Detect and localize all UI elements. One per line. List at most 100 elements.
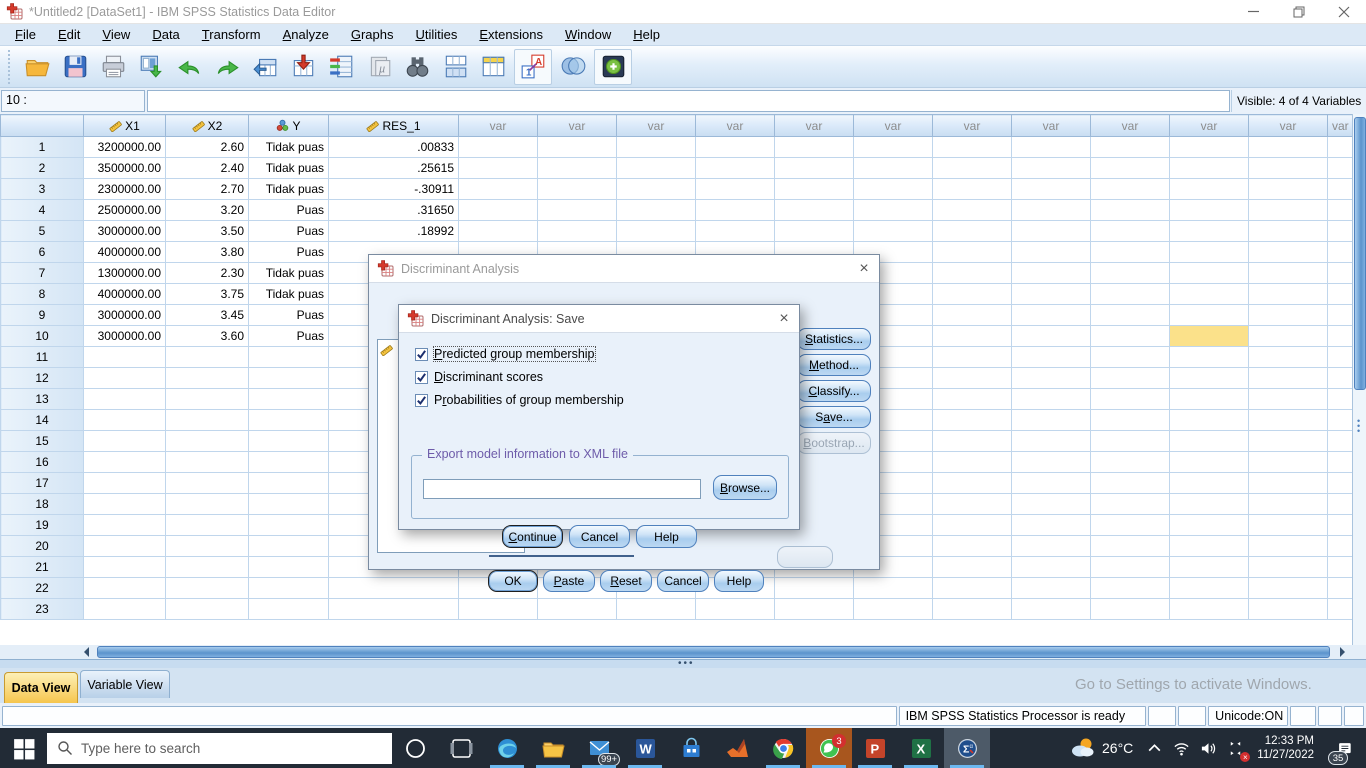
data-cell[interactable] bbox=[248, 514, 329, 536]
empty-cell[interactable] bbox=[1327, 157, 1352, 179]
data-cell[interactable]: .18992 bbox=[328, 220, 459, 242]
row-header[interactable]: 15 bbox=[0, 430, 84, 452]
find-icon[interactable] bbox=[398, 49, 436, 85]
column-header-var[interactable]: var bbox=[1011, 114, 1091, 137]
empty-cell[interactable] bbox=[774, 157, 854, 179]
empty-cell[interactable] bbox=[1327, 346, 1352, 368]
empty-cell[interactable] bbox=[1011, 577, 1091, 599]
empty-cell[interactable] bbox=[1090, 136, 1170, 158]
data-cell[interactable] bbox=[248, 409, 329, 431]
empty-cell[interactable] bbox=[1090, 514, 1170, 536]
empty-cell[interactable] bbox=[1090, 598, 1170, 620]
empty-cell[interactable] bbox=[1090, 325, 1170, 347]
tab-data-view[interactable]: Data View bbox=[4, 672, 78, 703]
empty-cell[interactable] bbox=[695, 220, 775, 242]
data-cell[interactable]: 4000000.00 bbox=[83, 283, 166, 305]
empty-cell[interactable] bbox=[1011, 136, 1091, 158]
undo-icon[interactable] bbox=[170, 49, 208, 85]
row-header[interactable]: 8 bbox=[0, 283, 84, 305]
row-header[interactable]: 6 bbox=[0, 241, 84, 263]
empty-cell[interactable] bbox=[1090, 577, 1170, 599]
empty-cell[interactable] bbox=[1011, 283, 1091, 305]
empty-cell[interactable] bbox=[1090, 493, 1170, 515]
empty-cell[interactable] bbox=[616, 178, 696, 200]
empty-cell[interactable] bbox=[1327, 367, 1352, 389]
empty-cell[interactable] bbox=[458, 178, 538, 200]
classify-button[interactable]: Classify... bbox=[797, 380, 871, 402]
tray-expand-chevron[interactable] bbox=[1141, 728, 1168, 768]
data-cell[interactable]: 3.60 bbox=[165, 325, 249, 347]
data-cell[interactable] bbox=[165, 346, 249, 368]
empty-cell[interactable] bbox=[1248, 157, 1328, 179]
empty-cell[interactable] bbox=[1169, 283, 1249, 305]
value-button-fragment[interactable] bbox=[777, 546, 833, 568]
menu-utilities[interactable]: Utilities bbox=[404, 25, 468, 44]
empty-cell[interactable] bbox=[932, 136, 1012, 158]
empty-cell[interactable] bbox=[774, 199, 854, 221]
paste-button[interactable]: Paste bbox=[543, 570, 595, 592]
show-all-variables-icon[interactable] bbox=[594, 48, 632, 85]
row-header[interactable]: 4 bbox=[0, 199, 84, 221]
scroll-left-arrow[interactable] bbox=[84, 647, 89, 657]
menu-file[interactable]: File bbox=[4, 25, 47, 44]
empty-cell[interactable] bbox=[1011, 262, 1091, 284]
empty-cell[interactable] bbox=[1248, 514, 1328, 536]
empty-cell[interactable] bbox=[1169, 367, 1249, 389]
empty-cell[interactable] bbox=[1011, 199, 1091, 221]
empty-cell[interactable] bbox=[1011, 598, 1091, 620]
data-cell[interactable] bbox=[83, 598, 166, 620]
close-button[interactable] bbox=[1321, 0, 1366, 24]
insert-cases-icon[interactable] bbox=[436, 49, 474, 85]
taskbar-cortana-icon[interactable] bbox=[392, 728, 438, 768]
data-cell[interactable]: 4000000.00 bbox=[83, 241, 166, 263]
empty-cell[interactable] bbox=[774, 220, 854, 242]
data-cell[interactable] bbox=[165, 367, 249, 389]
row-header[interactable]: 20 bbox=[0, 535, 84, 557]
data-cell[interactable]: 2300000.00 bbox=[83, 178, 166, 200]
column-header-var[interactable]: var bbox=[537, 114, 617, 137]
goto-variable-icon[interactable] bbox=[284, 49, 322, 85]
empty-cell[interactable] bbox=[932, 178, 1012, 200]
data-cell[interactable]: 3.20 bbox=[165, 199, 249, 221]
empty-cell[interactable] bbox=[1327, 556, 1352, 578]
row-header[interactable]: 5 bbox=[0, 220, 84, 242]
empty-cell[interactable] bbox=[458, 598, 538, 620]
row-header[interactable]: 19 bbox=[0, 514, 84, 536]
empty-cell[interactable] bbox=[1169, 262, 1249, 284]
data-cell[interactable]: 3000000.00 bbox=[83, 325, 166, 347]
empty-cell[interactable] bbox=[1248, 598, 1328, 620]
data-cell[interactable] bbox=[165, 577, 249, 599]
cell-editor-field[interactable] bbox=[147, 90, 1230, 112]
empty-cell[interactable] bbox=[1327, 388, 1352, 410]
empty-cell[interactable] bbox=[1327, 451, 1352, 473]
row-header[interactable]: 22 bbox=[0, 577, 84, 599]
empty-cell[interactable] bbox=[537, 178, 617, 200]
data-cell[interactable] bbox=[248, 556, 329, 578]
variables-icon[interactable] bbox=[322, 49, 360, 85]
empty-cell[interactable] bbox=[1169, 577, 1249, 599]
data-cell[interactable]: 3.50 bbox=[165, 220, 249, 242]
empty-cell[interactable] bbox=[853, 157, 933, 179]
vertical-scrollbar-thumb[interactable] bbox=[1354, 117, 1366, 390]
empty-cell[interactable] bbox=[616, 157, 696, 179]
empty-cell[interactable] bbox=[932, 220, 1012, 242]
row-header[interactable]: 16 bbox=[0, 451, 84, 473]
empty-cell[interactable] bbox=[1169, 346, 1249, 368]
pane-splitter[interactable]: ••• bbox=[0, 658, 1366, 669]
column-header-var[interactable]: var bbox=[695, 114, 775, 137]
redo-icon[interactable] bbox=[208, 49, 246, 85]
help-button[interactable]: Help bbox=[636, 525, 697, 548]
taskbar-clock[interactable]: 12:33 PM 11/27/2022 bbox=[1249, 734, 1322, 762]
empty-cell[interactable] bbox=[695, 136, 775, 158]
empty-cell[interactable] bbox=[695, 178, 775, 200]
empty-cell[interactable] bbox=[1248, 535, 1328, 557]
empty-cell[interactable] bbox=[1011, 304, 1091, 326]
empty-cell[interactable] bbox=[1011, 556, 1091, 578]
empty-cell[interactable] bbox=[1090, 367, 1170, 389]
empty-cell[interactable] bbox=[853, 220, 933, 242]
empty-cell[interactable] bbox=[1090, 262, 1170, 284]
checkbox-probabilities[interactable]: Probabilities of group membership bbox=[415, 393, 624, 407]
empty-cell[interactable] bbox=[1248, 430, 1328, 452]
ok-button[interactable]: OK bbox=[488, 570, 538, 592]
vertical-scrollbar[interactable]: • • • bbox=[1352, 114, 1366, 645]
